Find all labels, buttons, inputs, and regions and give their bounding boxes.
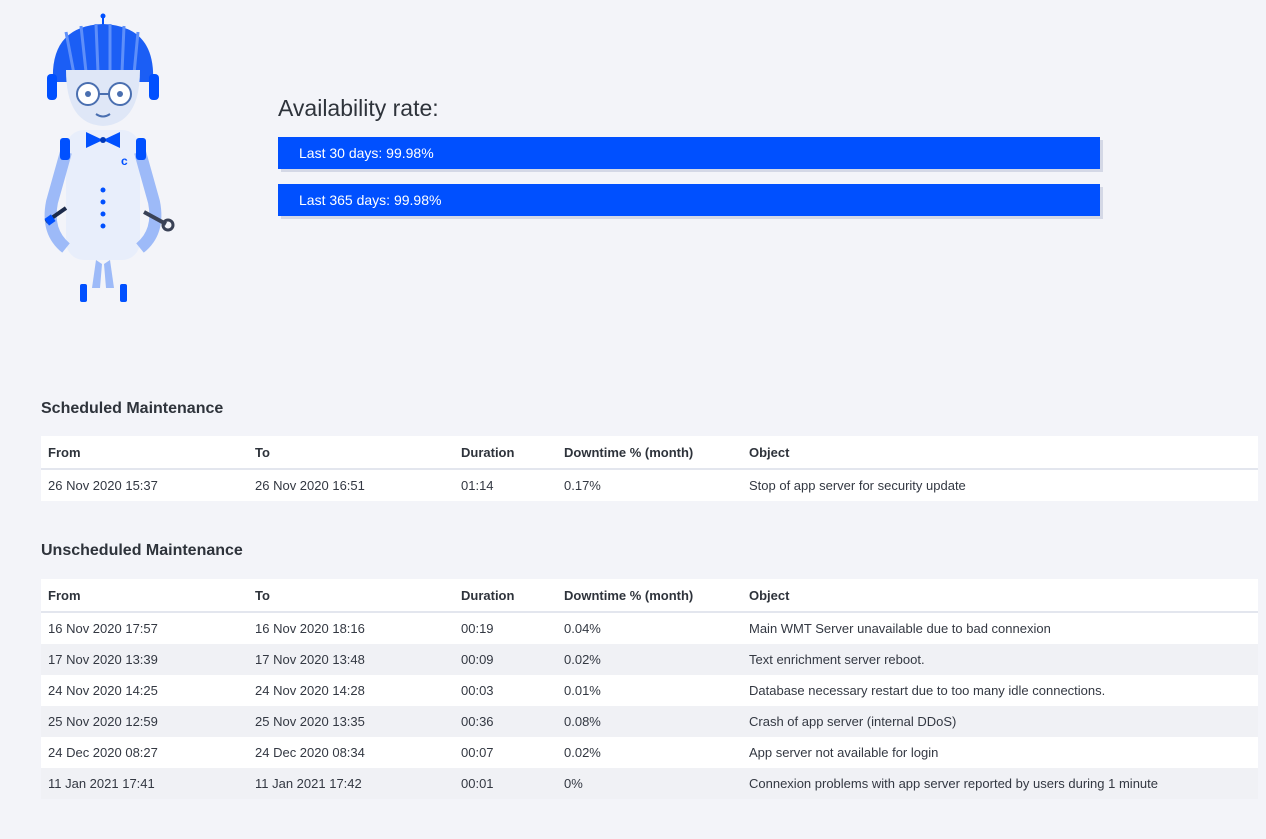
cell-downtime: 0.08% xyxy=(557,706,742,737)
cell-downtime: 0.02% xyxy=(557,644,742,675)
cell-duration: 00:07 xyxy=(454,737,557,768)
cell-to: 17 Nov 2020 13:48 xyxy=(248,644,454,675)
table-row: 11 Jan 2021 17:41 11 Jan 2021 17:42 00:0… xyxy=(41,768,1258,799)
cell-duration: 01:14 xyxy=(454,469,557,501)
cell-duration: 00:01 xyxy=(454,768,557,799)
cell-to: 25 Nov 2020 13:35 xyxy=(248,706,454,737)
table-row: 17 Nov 2020 13:39 17 Nov 2020 13:48 00:0… xyxy=(41,644,1258,675)
column-header-from: From xyxy=(41,436,248,470)
column-header-to: To xyxy=(248,579,454,613)
scheduled-maintenance-title: Scheduled Maintenance xyxy=(41,400,224,417)
cell-duration: 00:19 xyxy=(454,612,557,644)
cell-object: App server not available for login xyxy=(742,737,1258,768)
column-header-to: To xyxy=(248,436,454,470)
column-header-from: From xyxy=(41,579,248,613)
table-row: 25 Nov 2020 12:59 25 Nov 2020 13:35 00:3… xyxy=(41,706,1258,737)
column-header-downtime: Downtime % (month) xyxy=(557,579,742,613)
cell-downtime: 0.04% xyxy=(557,612,742,644)
table-row: 24 Dec 2020 08:27 24 Dec 2020 08:34 00:0… xyxy=(41,737,1258,768)
table-header-row: From To Duration Downtime % (month) Obje… xyxy=(41,579,1258,613)
cell-to: 24 Dec 2020 08:34 xyxy=(248,737,454,768)
cell-duration: 00:03 xyxy=(454,675,557,706)
cell-to: 11 Jan 2021 17:42 xyxy=(248,768,454,799)
cell-from: 16 Nov 2020 17:57 xyxy=(41,612,248,644)
availability-365-days-bar: Last 365 days: 99.98% xyxy=(278,184,1100,216)
scheduled-maintenance-table: From To Duration Downtime % (month) Obje… xyxy=(41,436,1258,501)
cell-downtime: 0.02% xyxy=(557,737,742,768)
availability-title: Availability rate: xyxy=(278,95,439,121)
availability-30-days-bar: Last 30 days: 99.98% xyxy=(278,137,1100,169)
robot-mascot-icon: c xyxy=(44,13,175,302)
cell-object: Crash of app server (internal DDoS) xyxy=(742,706,1258,737)
table-row: 26 Nov 2020 15:37 26 Nov 2020 16:51 01:1… xyxy=(41,469,1258,501)
cell-duration: 00:36 xyxy=(454,706,557,737)
cell-from: 24 Nov 2020 14:25 xyxy=(41,675,248,706)
column-header-downtime: Downtime % (month) xyxy=(557,436,742,470)
cell-from: 17 Nov 2020 13:39 xyxy=(41,644,248,675)
cell-object: Database necessary restart due to too ma… xyxy=(742,675,1258,706)
cell-downtime: 0.01% xyxy=(557,675,742,706)
svg-text:c: c xyxy=(121,154,128,168)
table-row: 16 Nov 2020 17:57 16 Nov 2020 18:16 00:1… xyxy=(41,612,1258,644)
cell-downtime: 0% xyxy=(557,768,742,799)
cell-object: Connexion problems with app server repor… xyxy=(742,768,1258,799)
cell-to: 24 Nov 2020 14:28 xyxy=(248,675,454,706)
column-header-object: Object xyxy=(742,436,1258,470)
cell-from: 11 Jan 2021 17:41 xyxy=(41,768,248,799)
cell-object: Text enrichment server reboot. xyxy=(742,644,1258,675)
cell-downtime: 0.17% xyxy=(557,469,742,501)
cell-object: Stop of app server for security update xyxy=(742,469,1258,501)
cell-duration: 00:09 xyxy=(454,644,557,675)
column-header-duration: Duration xyxy=(454,436,557,470)
unscheduled-maintenance-title: Unscheduled Maintenance xyxy=(41,542,243,559)
cell-from: 26 Nov 2020 15:37 xyxy=(41,469,248,501)
table-header-row: From To Duration Downtime % (month) Obje… xyxy=(41,436,1258,470)
cell-to: 26 Nov 2020 16:51 xyxy=(248,469,454,501)
cell-object: Main WMT Server unavailable due to bad c… xyxy=(742,612,1258,644)
cell-to: 16 Nov 2020 18:16 xyxy=(248,612,454,644)
cell-from: 25 Nov 2020 12:59 xyxy=(41,706,248,737)
table-row: 24 Nov 2020 14:25 24 Nov 2020 14:28 00:0… xyxy=(41,675,1258,706)
cell-from: 24 Dec 2020 08:27 xyxy=(41,737,248,768)
unscheduled-maintenance-table: From To Duration Downtime % (month) Obje… xyxy=(41,579,1258,799)
column-header-duration: Duration xyxy=(454,579,557,613)
column-header-object: Object xyxy=(742,579,1258,613)
